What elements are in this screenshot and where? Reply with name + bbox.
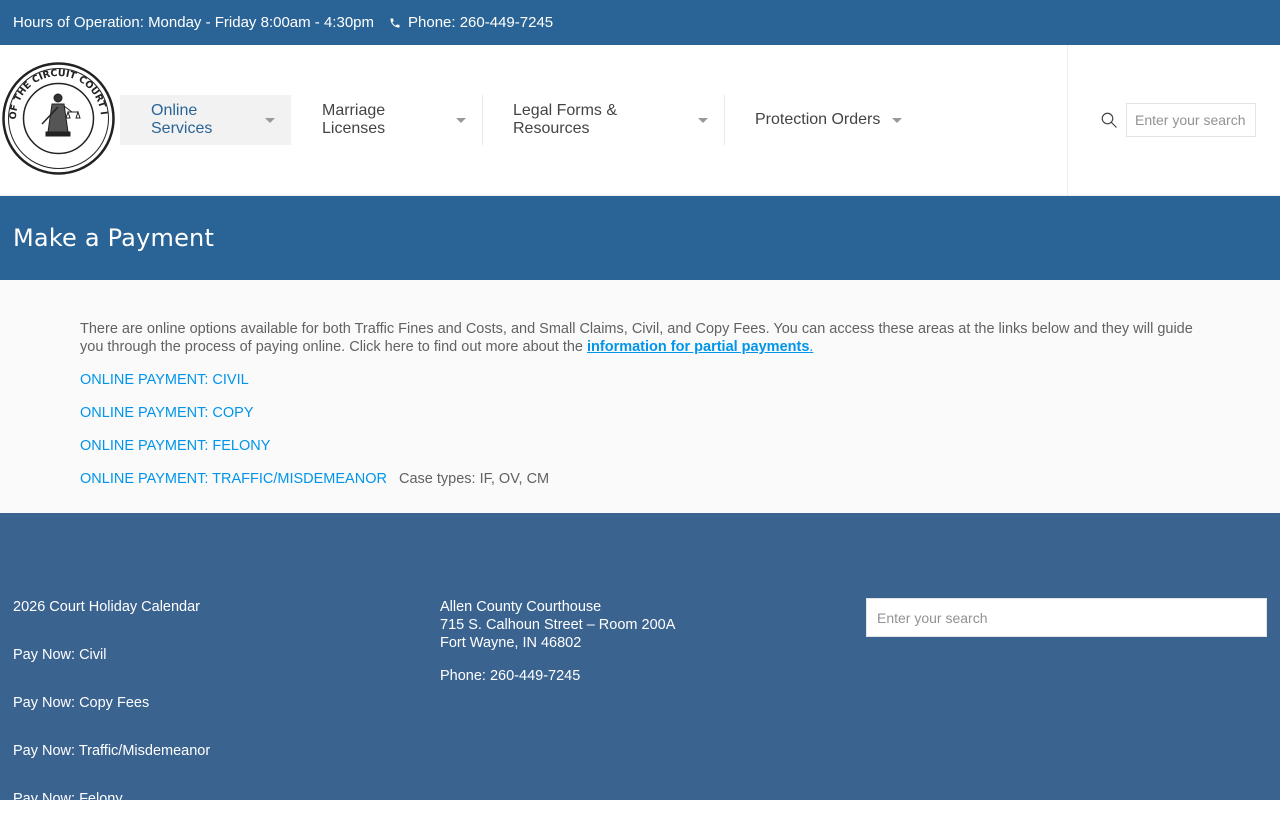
chevron-down-icon [698,117,708,123]
footer-search-input[interactable] [866,598,1267,637]
footer-address: Allen County Courthouse 715 S. Calhoun S… [440,598,675,685]
address-line: 715 S. Calhoun Street – Room 200A [440,617,676,633]
case-types-text: Case types: IF, OV, CM [398,471,550,487]
nav-online-services[interactable]: Online Services [120,95,291,145]
footer-link-pay-civil[interactable]: Pay Now: Civil [13,646,210,664]
traffic-row: ONLINE PAYMENT: TRAFFIC/MISDEMEANOR Case… [80,470,1200,488]
page-title: Make a Payment [13,224,215,252]
intro-paragraph: There are online options available for b… [80,320,1200,356]
chevron-down-icon [892,117,903,123]
main-nav: Online Services Marriage Licenses Legal … [120,95,925,145]
footer-link-holiday-calendar[interactable]: 2026 Court Holiday Calendar [13,598,210,616]
online-payment-civil-link[interactable]: ONLINE PAYMENT: CIVIL [80,371,1200,389]
chevron-down-icon [456,117,466,123]
online-payment-copy-link[interactable]: ONLINE PAYMENT: COPY [80,404,1200,422]
partial-payments-period: . [809,339,814,355]
page-title-band: Make a Payment [0,196,1280,280]
online-payment-traffic-link[interactable]: ONLINE PAYMENT: TRAFFIC/MISDEMEANOR [80,471,387,487]
address-line: Allen County Courthouse [440,599,602,615]
hours-of-operation: Hours of Operation: Monday - Friday 8:00… [13,14,374,31]
footer-link-pay-copy[interactable]: Pay Now: Copy Fees [13,694,210,712]
clerk-seal-logo[interactable]: CLERK OF THE CIRCUIT COURT INDIANA [2,62,115,175]
footer-links: 2026 Court Holiday Calendar Pay Now: Civ… [13,598,210,838]
footer-link-pay-traffic[interactable]: Pay Now: Traffic/Misdemeanor [13,742,210,760]
site-footer: 2026 Court Holiday Calendar Pay Now: Civ… [0,513,1280,807]
phone-icon [390,18,400,27]
site-header: CLERK OF THE CIRCUIT COURT INDIANA Onlin… [0,45,1280,196]
nav-label: Online Services [151,102,213,137]
search-icon[interactable] [1100,111,1118,129]
topbar-phone[interactable]: Phone: 260-449-7245 [389,14,553,31]
online-payment-felony-link[interactable]: ONLINE PAYMENT: FELONY [80,437,1200,455]
nav-legal-forms[interactable]: Legal Forms & Resources [483,95,725,145]
footer-link-pay-felony[interactable]: Pay Now: Felony [13,790,210,808]
top-info-bar: Hours of Operation: Monday - Friday 8:00… [0,0,1280,45]
footer-phone: Phone: 260-449-7245 [440,668,581,684]
nav-label: Legal Forms & Resources [513,102,618,137]
address-line: Fort Wayne, IN 46802 [440,635,582,651]
footer-search [866,598,1267,637]
nav-marriage-licenses[interactable]: Marriage Licenses [291,95,483,145]
nav-protection-orders[interactable]: Protection Orders [725,95,925,145]
header-search-input[interactable] [1126,103,1256,137]
topbar-phone-text: Phone: 260-449-7245 [408,14,554,31]
nav-label: Marriage Licenses [322,102,386,137]
partial-payments-link[interactable]: information for partial payments [587,339,809,355]
chevron-down-icon [265,117,275,123]
main-content: There are online options available for b… [0,280,1280,513]
nav-label: Protection Orders [755,111,881,128]
header-search [1067,45,1280,195]
address-block: Allen County Courthouse 715 S. Calhoun S… [440,598,675,652]
